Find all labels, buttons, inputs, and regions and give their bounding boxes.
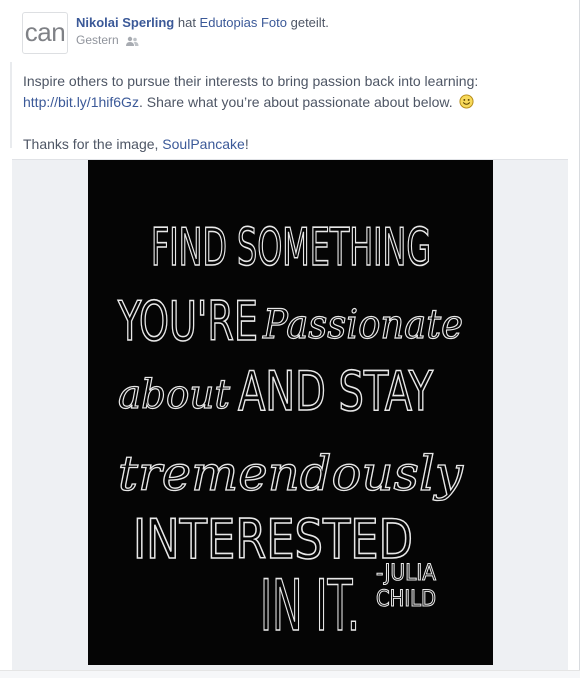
- action-prefix: hat: [174, 15, 200, 30]
- quote-attribution: CHILD: [376, 587, 436, 612]
- friends-icon[interactable]: [125, 36, 139, 47]
- feed-post: can Nikolai Sperling hat Edutopias Foto …: [0, 0, 580, 678]
- quote-line: AND STAY: [238, 360, 433, 423]
- quote-line: YOU'RE: [117, 290, 258, 353]
- quote-line: about: [118, 372, 231, 418]
- avatar[interactable]: can: [22, 12, 68, 54]
- post-message: Inspire others to pursue their interests…: [23, 71, 568, 155]
- message-line: Inspire others to pursue their interests…: [23, 73, 479, 89]
- quote-line: tremendously: [118, 446, 464, 502]
- quote-line: INTERESTED: [133, 508, 413, 571]
- thanks-text: Thanks for the image,: [23, 136, 163, 152]
- author-link[interactable]: Nikolai Sperling: [76, 15, 174, 30]
- post-meta: Gestern: [76, 33, 139, 47]
- thanks-suffix: !: [244, 136, 249, 152]
- action-suffix: geteilt.: [287, 15, 329, 30]
- post-header: Nikolai Sperling hat Edutopias Foto gete…: [76, 15, 329, 30]
- timestamp-link[interactable]: Gestern: [76, 33, 119, 47]
- quote-attribution: -JULIA: [376, 561, 436, 586]
- avatar-logo-text: can: [24, 16, 66, 47]
- shared-object-link[interactable]: Edutopias Foto: [200, 15, 287, 30]
- quote-artwork: FIND SOMETHING YOU'RE Passionate about A…: [116, 217, 464, 648]
- quote-rule: [10, 62, 12, 148]
- message-link[interactable]: http://bit.ly/1hif6Gz: [23, 94, 139, 110]
- smiley-icon: [458, 94, 474, 109]
- soulpancake-link[interactable]: SoulPancake: [162, 136, 245, 152]
- quote-line: FIND SOMETHING: [151, 218, 431, 278]
- quote-line: Passionate: [262, 302, 463, 348]
- quote-line: IN IT.: [260, 565, 360, 647]
- shared-photo[interactable]: FIND SOMETHING YOU'RE Passionate about A…: [88, 160, 493, 665]
- message-line: . Share what you’re about passionate abo…: [138, 94, 453, 110]
